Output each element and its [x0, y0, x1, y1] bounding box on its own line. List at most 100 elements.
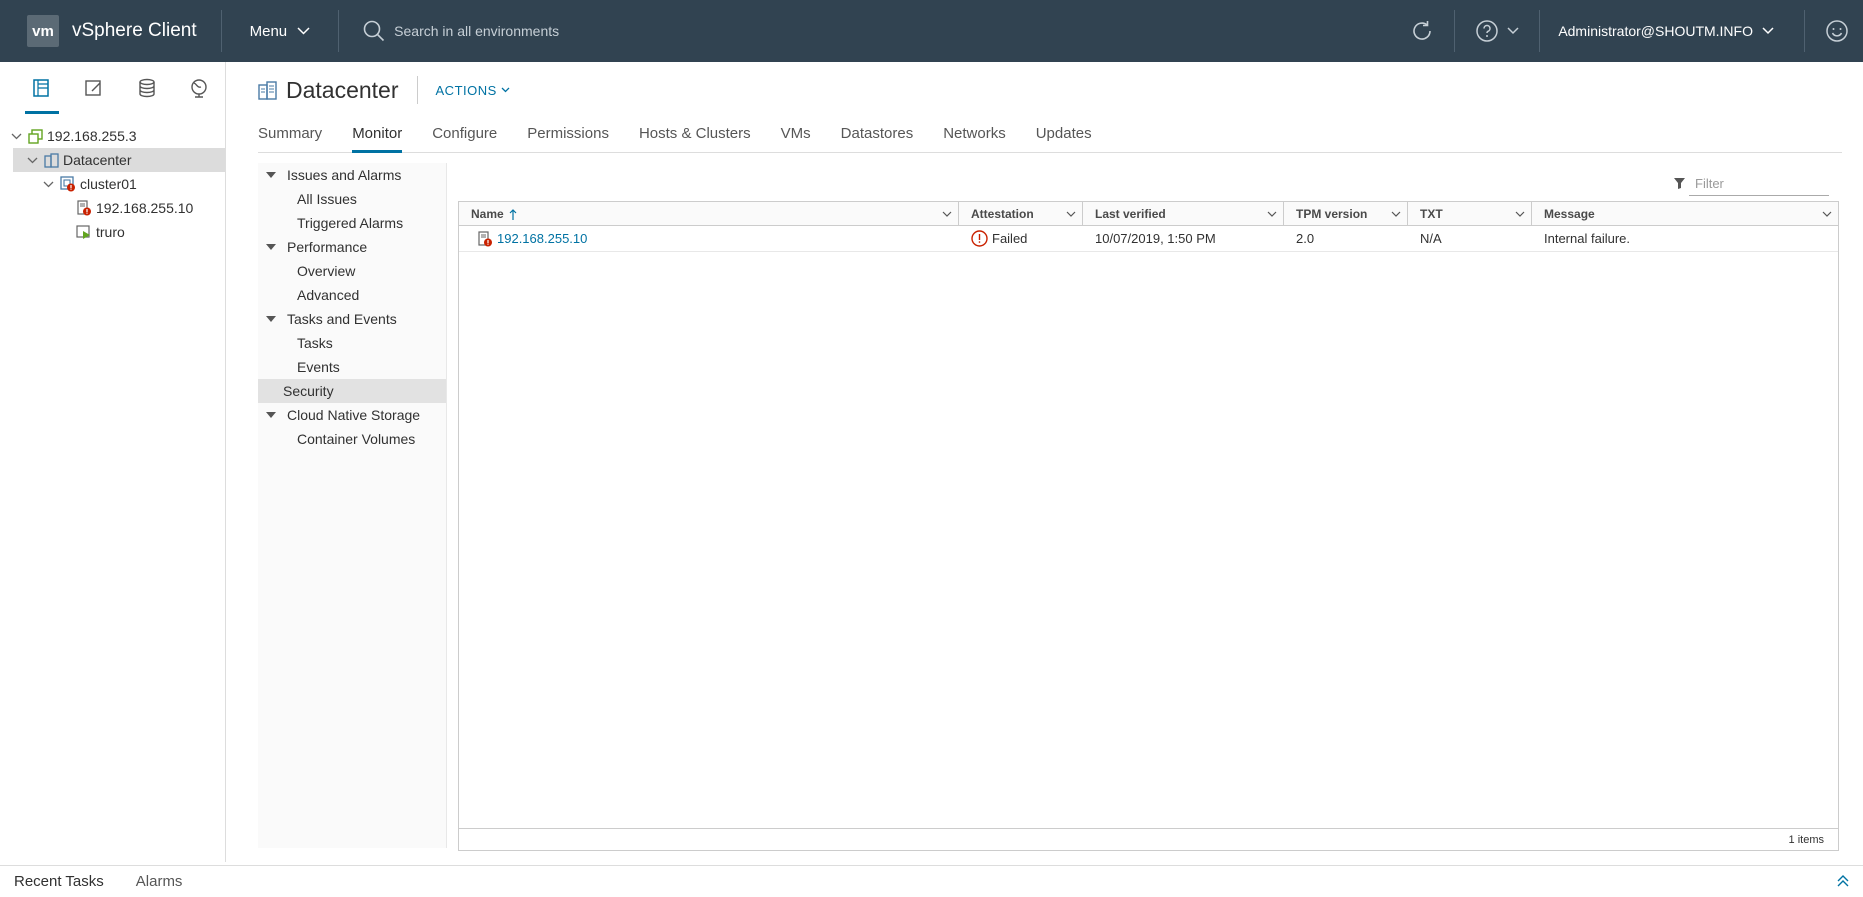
chevron-down-icon[interactable]: [1066, 211, 1076, 217]
cell-txt: N/A: [1420, 231, 1442, 246]
tab-networking[interactable]: [173, 62, 225, 114]
cluster-error-icon: [60, 176, 76, 192]
storage-icon: [138, 78, 155, 98]
subnav-group-tasks-events[interactable]: Tasks and Events: [258, 307, 446, 331]
filter-icon: [1674, 178, 1685, 189]
chevron-down-icon[interactable]: [942, 211, 952, 217]
tab-vms-templates[interactable]: [68, 62, 120, 114]
host-error-icon: [478, 230, 492, 246]
tab-summary[interactable]: Summary: [258, 125, 322, 152]
column-header-last-verified[interactable]: Last verified: [1083, 202, 1284, 226]
tab-configure[interactable]: Configure: [432, 125, 497, 152]
refresh-button[interactable]: [1390, 0, 1454, 62]
subnav-item-container-volumes[interactable]: Container Volumes: [258, 427, 446, 451]
subnav-item-all-issues[interactable]: All Issues: [258, 187, 446, 211]
tree-node-vcenter[interactable]: 192.168.255.3: [0, 124, 225, 148]
chevron-down-icon[interactable]: [1391, 211, 1401, 217]
column-label: Attestation: [971, 207, 1034, 221]
actions-button[interactable]: ACTIONS: [436, 83, 510, 98]
search-icon: [363, 20, 385, 42]
column-label: Message: [1544, 207, 1595, 221]
chevron-down-icon[interactable]: [1822, 211, 1832, 217]
cell-name: 192.168.255.10: [459, 226, 959, 251]
object-header: Datacenter ACTIONS: [258, 76, 510, 104]
table-row[interactable]: 192.168.255.10 Failed 10/07/2019, 1:50 P…: [459, 226, 1838, 252]
expand-panel-button[interactable]: [1837, 874, 1849, 892]
datacenter-icon: [44, 152, 59, 168]
subnav-item-advanced[interactable]: Advanced: [258, 283, 446, 307]
grid-header: Name Attestation Last verified TPM versi…: [459, 202, 1838, 226]
monitor-subnav: Issues and Alarms All Issues Triggered A…: [258, 163, 447, 848]
tab-datastores[interactable]: Datastores: [841, 125, 914, 152]
subnav-item-overview[interactable]: Overview: [258, 259, 446, 283]
bottom-panel: Recent Tasks Alarms: [0, 865, 1863, 897]
chevron-down-icon[interactable]: [24, 157, 40, 164]
error-icon: [971, 230, 988, 247]
menu-button[interactable]: Menu: [222, 23, 339, 40]
search-placeholder: Search in all environments: [394, 23, 560, 39]
vcenter-icon: [28, 128, 43, 144]
cell-last-verified: 10/07/2019, 1:50 PM: [1095, 231, 1216, 246]
tree-node-cluster[interactable]: cluster01: [0, 172, 225, 196]
feedback-button[interactable]: [1805, 0, 1863, 62]
user-name: Administrator@SHOUTM.INFO: [1558, 23, 1753, 39]
tab-hosts-clusters[interactable]: Hosts & Clusters: [639, 125, 751, 152]
object-tabs: Summary Monitor Configure Permissions Ho…: [258, 108, 1842, 153]
caret-down-icon: [266, 244, 282, 250]
subnav-item-triggered-alarms[interactable]: Triggered Alarms: [258, 211, 446, 235]
column-header-attestation[interactable]: Attestation: [959, 202, 1083, 226]
column-header-name[interactable]: Name: [459, 202, 959, 226]
chevron-down-icon[interactable]: [40, 181, 56, 188]
vm-running-icon: [76, 224, 92, 240]
grid-footer: 1 items: [459, 828, 1838, 850]
tab-monitor[interactable]: Monitor: [352, 125, 403, 153]
sort-ascending-icon[interactable]: [509, 208, 517, 220]
subnav-group-issues[interactable]: Issues and Alarms: [258, 163, 446, 187]
subnav-group-label: Cloud Native Storage: [287, 407, 421, 423]
page-title: Datacenter: [286, 76, 399, 103]
column-header-tpm-version[interactable]: TPM version: [1284, 202, 1408, 226]
user-menu[interactable]: Administrator@SHOUTM.INFO: [1540, 23, 1804, 39]
tree-node-vm[interactable]: truro: [0, 220, 225, 244]
networking-icon: [191, 79, 207, 98]
tab-storage[interactable]: [121, 62, 173, 114]
tab-permissions[interactable]: Permissions: [527, 125, 609, 152]
chevron-down-icon[interactable]: [8, 133, 24, 140]
cell-attestation: Failed: [959, 226, 1083, 251]
tab-hosts-clusters[interactable]: [16, 62, 68, 114]
tree-node-label: 192.168.255.3: [47, 128, 137, 144]
host-error-icon: [76, 200, 92, 216]
subnav-item-events[interactable]: Events: [258, 355, 446, 379]
alarms-tab[interactable]: Alarms: [136, 873, 183, 890]
chevron-down-icon[interactable]: [1515, 211, 1525, 217]
vm-logo[interactable]: vm: [27, 15, 59, 47]
column-header-txt[interactable]: TXT: [1408, 202, 1532, 226]
help-button[interactable]: [1455, 0, 1539, 62]
actions-label: ACTIONS: [435, 82, 497, 98]
subnav-group-performance[interactable]: Performance: [258, 235, 446, 259]
tree-node-label: 192.168.255.10: [96, 200, 194, 216]
subnav-group-cns[interactable]: Cloud Native Storage: [258, 403, 446, 427]
tab-vms[interactable]: VMs: [781, 125, 811, 152]
host-link[interactable]: 192.168.255.10: [497, 231, 587, 246]
tree-node-datacenter[interactable]: Datacenter: [13, 148, 225, 172]
subnav-item-security[interactable]: Security: [258, 379, 446, 403]
column-label: TXT: [1420, 207, 1443, 221]
tab-updates[interactable]: Updates: [1036, 125, 1092, 152]
recent-tasks-tab[interactable]: Recent Tasks: [14, 873, 104, 890]
filter-placeholder: Filter: [1695, 176, 1724, 191]
subnav-group-label: Tasks and Events: [287, 311, 397, 327]
global-search[interactable]: Search in all environments: [363, 20, 1390, 42]
subnav-group-label: Issues and Alarms: [287, 167, 402, 183]
app-name[interactable]: vSphere Client: [72, 20, 197, 42]
menu-label: Menu: [249, 22, 288, 40]
column-label: Name: [471, 207, 504, 221]
inventory-tabs: [0, 62, 225, 114]
tree-node-host[interactable]: 192.168.255.10: [0, 196, 225, 220]
tab-networks[interactable]: Networks: [943, 125, 1006, 152]
subnav-item-tasks[interactable]: Tasks: [258, 331, 446, 355]
filter-input[interactable]: Filter: [1674, 172, 1829, 196]
column-header-message[interactable]: Message: [1532, 202, 1838, 226]
cell-tpm-version: 2.0: [1296, 231, 1315, 246]
chevron-down-icon[interactable]: [1267, 211, 1277, 217]
